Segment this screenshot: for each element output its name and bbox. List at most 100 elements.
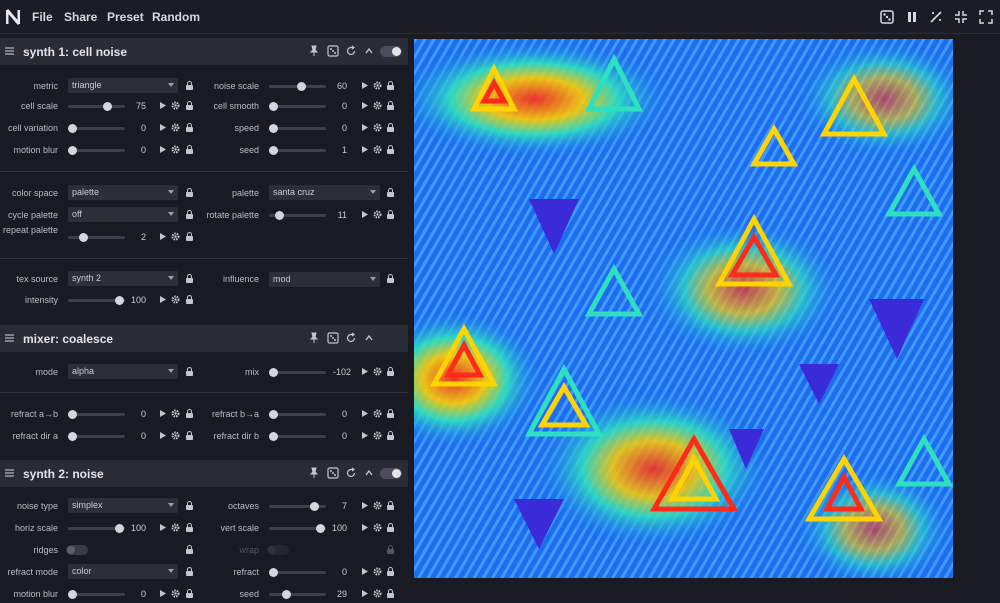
play-icon[interactable] xyxy=(158,295,167,304)
play-icon[interactable] xyxy=(158,232,167,241)
module-header-mixer[interactable]: mixer: coalesce xyxy=(0,325,408,352)
gear-icon[interactable] xyxy=(171,409,180,418)
lock-icon[interactable] xyxy=(185,295,194,304)
play-icon[interactable] xyxy=(158,523,167,532)
vert-scale-slider[interactable] xyxy=(269,524,326,533)
gear-icon[interactable] xyxy=(171,295,180,304)
slider-knob[interactable] xyxy=(79,233,88,242)
slider-knob[interactable] xyxy=(310,502,319,511)
horiz-scale-slider[interactable] xyxy=(68,524,125,533)
noise-scale-slider[interactable] xyxy=(269,82,326,91)
gear-icon[interactable] xyxy=(171,232,180,241)
reset-icon[interactable] xyxy=(345,45,357,57)
module-enable-toggle[interactable] xyxy=(380,46,402,57)
play-icon[interactable] xyxy=(360,567,369,576)
seed-2-slider[interactable] xyxy=(269,590,326,599)
gear-icon[interactable] xyxy=(373,567,382,576)
lock-icon[interactable] xyxy=(386,188,395,197)
pin-icon[interactable] xyxy=(308,332,320,344)
gear-icon[interactable] xyxy=(373,409,382,418)
lock-icon[interactable] xyxy=(386,81,395,90)
lock-icon[interactable] xyxy=(185,545,194,554)
palette-select[interactable]: santa cruz xyxy=(269,185,380,200)
drag-handle-icon[interactable] xyxy=(5,334,14,342)
lock-icon[interactable] xyxy=(185,232,194,241)
slider-knob[interactable] xyxy=(68,124,77,133)
lock-icon[interactable] xyxy=(185,567,194,576)
rotate-palette-slider[interactable] xyxy=(269,211,326,220)
menu-random[interactable]: Random xyxy=(152,10,200,24)
play-icon[interactable] xyxy=(360,501,369,510)
lock-icon[interactable] xyxy=(386,123,395,132)
play-icon[interactable] xyxy=(158,409,167,418)
influence-select[interactable]: mod xyxy=(269,272,380,287)
play-icon[interactable] xyxy=(360,145,369,154)
play-icon[interactable] xyxy=(360,589,369,598)
metric-select[interactable]: triangle xyxy=(68,78,178,93)
lock-icon[interactable] xyxy=(185,274,194,283)
lock-icon[interactable] xyxy=(185,367,194,376)
play-icon[interactable] xyxy=(360,81,369,90)
lock-icon[interactable] xyxy=(185,431,194,440)
octaves-slider[interactable] xyxy=(269,502,326,511)
wrap-toggle[interactable] xyxy=(267,545,289,555)
gear-icon[interactable] xyxy=(171,145,180,154)
slider-knob[interactable] xyxy=(269,410,278,419)
fullscreen-icon[interactable] xyxy=(979,10,993,24)
play-icon[interactable] xyxy=(360,409,369,418)
refract-dir-b-slider[interactable] xyxy=(269,432,326,441)
lock-icon[interactable] xyxy=(386,589,395,598)
refract-dir-a-slider[interactable] xyxy=(68,432,125,441)
play-icon[interactable] xyxy=(360,431,369,440)
slider-knob[interactable] xyxy=(68,590,77,599)
lock-icon[interactable] xyxy=(185,81,194,90)
cell-scale-slider[interactable] xyxy=(68,102,125,111)
play-icon[interactable] xyxy=(158,145,167,154)
collapse-icon[interactable] xyxy=(363,332,375,344)
slider-knob[interactable] xyxy=(68,146,77,155)
lock-icon[interactable] xyxy=(185,123,194,132)
cell-smooth-slider[interactable] xyxy=(269,102,326,111)
gear-icon[interactable] xyxy=(171,101,180,110)
gear-icon[interactable] xyxy=(373,210,382,219)
refract-ba-slider[interactable] xyxy=(269,410,326,419)
lock-icon[interactable] xyxy=(386,567,395,576)
refract-ab-slider[interactable] xyxy=(68,410,125,419)
slider-knob[interactable] xyxy=(297,82,306,91)
slider-knob[interactable] xyxy=(269,124,278,133)
speed-slider[interactable] xyxy=(269,124,326,133)
color-space-select[interactable]: palette xyxy=(68,185,178,200)
gear-icon[interactable] xyxy=(373,523,382,532)
gear-icon[interactable] xyxy=(373,501,382,510)
wand-icon[interactable] xyxy=(929,10,943,24)
lock-icon[interactable] xyxy=(386,501,395,510)
intensity-slider[interactable] xyxy=(68,296,125,305)
motion-blur-2-slider[interactable] xyxy=(68,590,125,599)
lock-icon[interactable] xyxy=(185,101,194,110)
fit-icon[interactable] xyxy=(954,10,968,24)
drag-handle-icon[interactable] xyxy=(5,47,14,55)
motion-blur-slider[interactable] xyxy=(68,146,125,155)
lock-icon[interactable] xyxy=(185,145,194,154)
module-enable-toggle[interactable] xyxy=(380,468,402,479)
lock-icon[interactable] xyxy=(386,431,395,440)
slider-knob[interactable] xyxy=(269,146,278,155)
lock-icon[interactable] xyxy=(386,367,395,376)
play-icon[interactable] xyxy=(360,210,369,219)
randomize-icon[interactable] xyxy=(327,45,339,57)
refract-slider[interactable] xyxy=(269,568,326,577)
menu-preset[interactable]: Preset xyxy=(107,10,144,24)
lock-icon[interactable] xyxy=(386,145,395,154)
menu-share[interactable]: Share xyxy=(64,10,97,24)
lock-icon[interactable] xyxy=(386,101,395,110)
slider-knob[interactable] xyxy=(269,368,278,377)
slider-knob[interactable] xyxy=(269,432,278,441)
random-icon[interactable] xyxy=(880,10,894,24)
play-icon[interactable] xyxy=(360,101,369,110)
pause-icon[interactable] xyxy=(905,10,919,24)
refract-mode-select[interactable]: color xyxy=(68,564,178,579)
slider-knob[interactable] xyxy=(68,410,77,419)
seed-slider[interactable] xyxy=(269,146,326,155)
collapse-icon[interactable] xyxy=(363,45,375,57)
lock-icon[interactable] xyxy=(386,210,395,219)
